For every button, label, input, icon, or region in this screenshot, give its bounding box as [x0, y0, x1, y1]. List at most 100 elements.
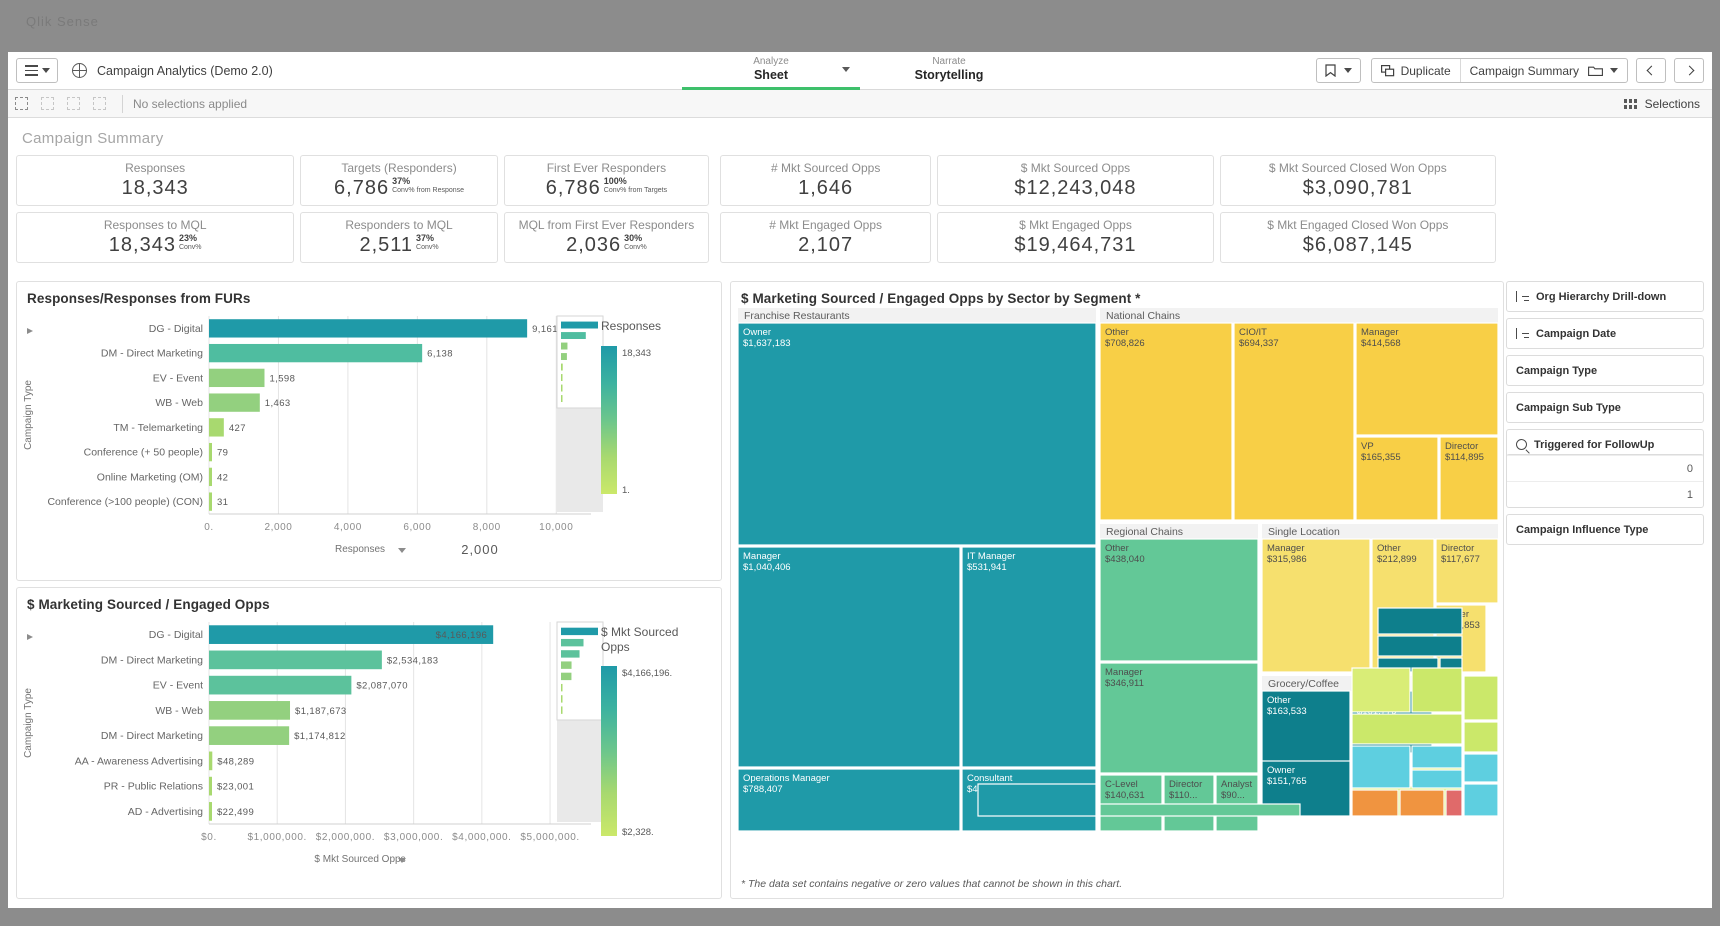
chart-panel-responses[interactable]: Responses/Responses from FURs DG - Digit…	[16, 281, 722, 581]
bar[interactable]	[209, 701, 291, 720]
treemap-tile[interactable]: C-Level$140,631	[1099, 774, 1163, 832]
treemap-tile-rect[interactable]	[738, 322, 1097, 546]
sector-segment-treemap[interactable]: Franchise RestaurantsOwner$1,637,183Mana…	[738, 308, 1498, 853]
treemap-tile[interactable]: IT Manager$531,941	[961, 546, 1097, 768]
treemap-group[interactable]: National ChainsOther$708,826CIO/IT$694,3…	[1099, 308, 1498, 521]
chart-panel-mkt-opps[interactable]: $ Marketing Sourced / Engaged Opps DG - …	[16, 587, 722, 899]
axis-expand-icon[interactable]	[27, 634, 33, 640]
treemap-tile-rect[interactable]	[1351, 789, 1399, 817]
bar[interactable]	[209, 319, 528, 338]
treemap-tile[interactable]: Operations Manager$788,407	[738, 768, 961, 832]
treemap-tile-rect[interactable]	[1399, 789, 1445, 817]
kpi-card[interactable]: # Mkt Sourced Opps 1,646	[720, 155, 932, 206]
treemap-tile[interactable]: Director$114,895	[1439, 436, 1498, 521]
bar[interactable]	[209, 418, 224, 437]
chevron-down-icon[interactable]	[842, 66, 850, 72]
main-menu-button[interactable]	[16, 58, 58, 83]
bar[interactable]	[209, 492, 212, 511]
kpi-card[interactable]: MQL from First Ever Responders 2,036 30%…	[503, 212, 710, 263]
chevron-down-icon[interactable]	[398, 548, 406, 553]
treemap-tile-rect[interactable]	[1351, 745, 1411, 789]
treemap-tile-rect[interactable]	[1463, 721, 1498, 753]
treemap-tile-rect[interactable]	[1445, 789, 1463, 817]
sheet-selector[interactable]: Campaign Summary	[1461, 59, 1627, 82]
treemap-tile-rect[interactable]	[1463, 783, 1498, 817]
bar[interactable]	[209, 802, 212, 821]
bar[interactable]	[209, 675, 352, 695]
treemap-group[interactable]: Franchise RestaurantsOwner$1,637,183Mana…	[738, 308, 1097, 832]
treemap-tile-rect[interactable]	[1351, 713, 1463, 745]
treemap-tile-rect[interactable]	[1377, 607, 1463, 635]
bar[interactable]	[209, 368, 265, 388]
responses-bar-chart[interactable]: DG - Digital 9,161 DM - Direct Marketing 6,…	[17, 306, 723, 576]
tab-analyze-sheet[interactable]: Analyze Sheet	[682, 52, 860, 90]
treemap-tile[interactable]: Manager$1,040,406	[738, 546, 961, 768]
treemap-tile[interactable]: Analyst$90...	[1215, 774, 1259, 832]
treemap-tile[interactable]: Owner$1,637,183	[738, 322, 1097, 546]
scroll-thumb[interactable]	[556, 315, 604, 409]
treemap-tile-rect[interactable]	[1463, 753, 1498, 783]
treemap-tile-rect[interactable]	[1411, 769, 1463, 789]
kpi-card[interactable]: Responders to MQL 2,511 37% Conv%	[300, 212, 498, 263]
filter-campaign-influence-type[interactable]: Campaign Influence Type	[1506, 514, 1704, 545]
duplicate-button[interactable]: Duplicate	[1372, 59, 1461, 82]
treemap-tile-rect[interactable]	[1411, 745, 1463, 769]
kpi-card[interactable]: $ Mkt Engaged Closed Won Opps $6,087,145	[1219, 212, 1496, 263]
kpi-card[interactable]: $ Mkt Engaged Opps $19,464,731	[937, 212, 1214, 263]
kpi-card[interactable]: $ Mkt Sourced Closed Won Opps $3,090,781	[1219, 155, 1496, 206]
bar[interactable]	[209, 393, 260, 412]
treemap-tile-rect[interactable]	[1233, 322, 1355, 521]
step-back-button[interactable]	[34, 90, 60, 118]
treemap-tile-rect[interactable]	[961, 546, 1097, 768]
selection-search-button[interactable]	[8, 90, 34, 118]
treemap-tile[interactable]: Director$110...	[1163, 774, 1215, 832]
filter-campaign-type[interactable]: Campaign Type	[1506, 355, 1704, 386]
treemap-tile-rect[interactable]	[1411, 667, 1463, 713]
kpi-card[interactable]: First Ever Responders 6,786 100% Conv% f…	[503, 155, 710, 206]
list-item[interactable]: 1	[1507, 481, 1703, 507]
step-forward-button[interactable]	[60, 90, 86, 118]
bar[interactable]	[209, 467, 212, 487]
treemap-tile[interactable]: Manager$315,986	[1261, 538, 1371, 673]
bar[interactable]	[209, 776, 212, 796]
treemap-tile[interactable]: Other$438,040	[1099, 538, 1259, 662]
previous-sheet-button[interactable]	[1636, 58, 1666, 83]
treemap-tile[interactable]: Manager$346,911	[1099, 662, 1259, 774]
treemap-tile-rect[interactable]	[1099, 803, 1301, 817]
kpi-card[interactable]: Responses to MQL 18,343 23% Conv%	[16, 212, 295, 263]
bookmark-button[interactable]	[1315, 58, 1361, 83]
scroll-thumb[interactable]	[556, 621, 604, 721]
bar[interactable]	[209, 726, 290, 745]
chart-panel-treemap[interactable]: $ Marketing Sourced / Engaged Opps by Se…	[730, 281, 1504, 899]
filter-campaign-sub-type[interactable]: Campaign Sub Type	[1506, 392, 1704, 423]
kpi-card[interactable]: # Mkt Engaged Opps 2,107	[720, 212, 932, 263]
treemap-tile-rect[interactable]	[1351, 667, 1411, 713]
axis-expand-icon[interactable]	[27, 328, 33, 334]
bar[interactable]	[209, 751, 213, 771]
treemap-group[interactable]: Regional ChainsOther$438,040Manager$346,…	[1099, 524, 1259, 832]
treemap-tile[interactable]: VP$165,355	[1355, 436, 1439, 521]
treemap-tile-rect[interactable]	[1377, 635, 1463, 657]
tab-narrate-storytelling[interactable]: Narrate Storytelling	[860, 52, 1038, 90]
list-item[interactable]: 0	[1507, 455, 1703, 481]
clear-selections-button[interactable]	[86, 90, 112, 118]
bar[interactable]	[209, 343, 423, 363]
mkt-opps-bar-chart[interactable]: DG - Digital $4,166,196 DM - Direct Market…	[17, 612, 723, 896]
app-name[interactable]: Campaign Analytics (Demo 2.0)	[97, 64, 273, 78]
selections-panel-toggle[interactable]: Selections	[1623, 97, 1712, 111]
treemap-tile-rect[interactable]	[1463, 675, 1498, 721]
kpi-card[interactable]: Targets (Responders) 6,786 37% Conv% fro…	[300, 155, 498, 206]
filter-campaign-date[interactable]: Campaign Date	[1506, 318, 1704, 349]
treemap-tile-rect[interactable]	[977, 783, 1097, 817]
treemap-tile[interactable]: Other$708,826	[1099, 322, 1233, 521]
treemap-tile[interactable]: CIO/IT$694,337	[1233, 322, 1355, 521]
filter-org-hierarchy-drilldown[interactable]: Org Hierarchy Drill-down	[1506, 281, 1704, 312]
treemap-tile[interactable]: Director$117,677	[1435, 538, 1498, 604]
treemap-tile-rect[interactable]	[1099, 322, 1233, 521]
treemap-tile-rect[interactable]	[738, 546, 961, 768]
next-sheet-button[interactable]	[1674, 58, 1704, 83]
bar[interactable]	[209, 650, 382, 670]
treemap-tile[interactable]: Manager$414,568	[1355, 322, 1498, 436]
kpi-card[interactable]: $ Mkt Sourced Opps $12,243,048	[937, 155, 1214, 206]
kpi-card[interactable]: Responses 18,343	[16, 155, 295, 206]
